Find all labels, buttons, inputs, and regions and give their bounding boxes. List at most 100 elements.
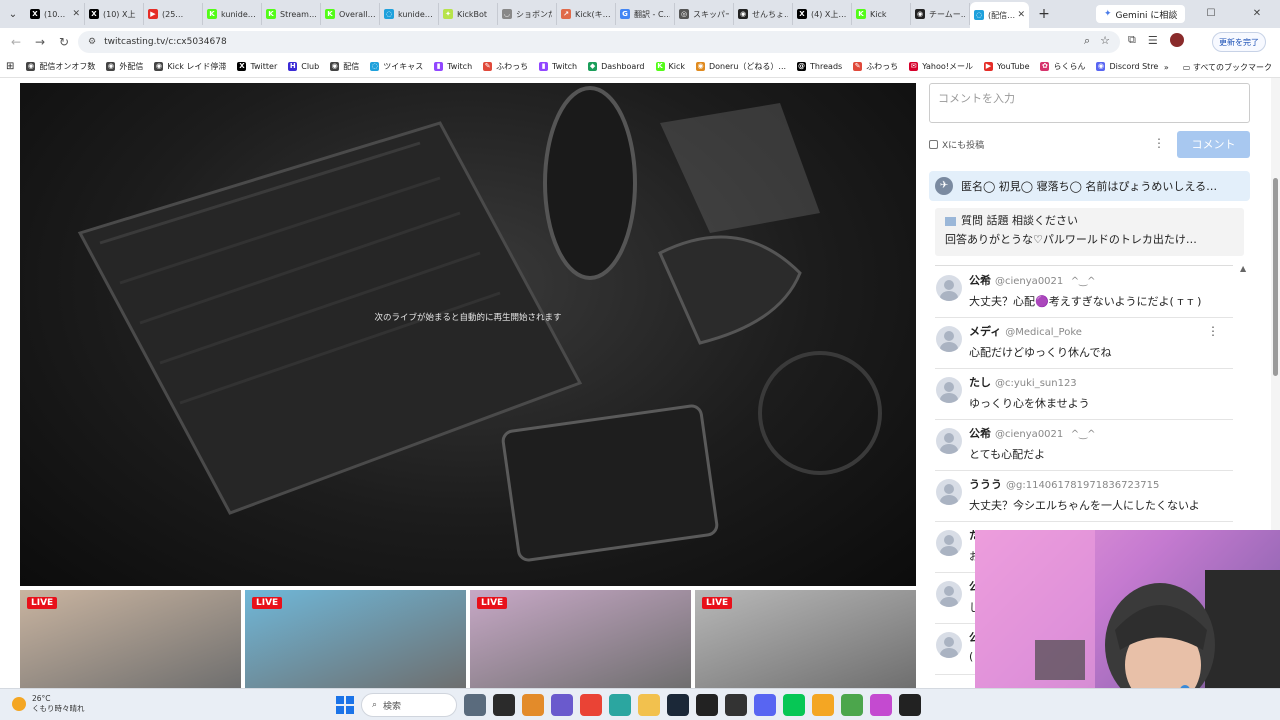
tab-close-icon[interactable]: ✕ <box>1017 10 1025 20</box>
bookmark-item[interactable]: ✉ Yahoo!メール <box>909 61 973 72</box>
browser-tab[interactable]: K Stream… <box>262 3 321 25</box>
extensions-icon[interactable]: ⧉ <box>1128 33 1136 47</box>
commenter-name[interactable]: ううう <box>969 478 1002 491</box>
commenter-avatar[interactable] <box>936 428 962 454</box>
scrollbar-thumb[interactable] <box>1273 178 1278 376</box>
taskbar-app-icon[interactable] <box>609 694 631 716</box>
x-post-toggle[interactable]: Xにも投稿 <box>929 138 984 151</box>
browser-tab[interactable]: X (10) X上 <box>85 3 144 25</box>
qa-box[interactable]: 質問 話題 相談ください 回答ありがとうな♡パルワールドのトレカ出たけ… <box>935 208 1244 256</box>
profile-avatar[interactable] <box>1169 33 1184 47</box>
browser-tab[interactable]: ✦ KickBot <box>439 3 498 25</box>
comment-item[interactable]: 公希 @cienya0021 ^‿^ とても心配だよ <box>935 420 1233 471</box>
bookmark-item[interactable]: H Club <box>288 62 319 71</box>
taskbar-app-icon[interactable] <box>522 694 544 716</box>
address-bar[interactable]: ⚙ twitcasting.tv/c:cx5034678 ⌕ ☆ <box>78 31 1120 53</box>
commenter-avatar[interactable] <box>936 326 962 352</box>
bookmark-item[interactable]: ◉ 配信オンオフ数 <box>26 61 95 72</box>
browser-tab[interactable]: K Kick <box>852 3 911 25</box>
comment-submit-button[interactable]: コメント <box>1177 131 1250 158</box>
bookmark-star-icon[interactable]: ☆ <box>1100 34 1110 48</box>
bookmark-item[interactable]: @ Threads <box>797 62 842 71</box>
minimize-button[interactable]: – <box>1142 0 1188 28</box>
browser-tab[interactable]: ◉ チームー… <box>911 3 970 25</box>
start-button[interactable] <box>336 696 354 714</box>
browser-tab[interactable]: Kkunide… <box>203 3 262 25</box>
taskbar-app-icon[interactable] <box>841 694 863 716</box>
back-button[interactable]: ← <box>4 35 28 49</box>
bookmark-item[interactable]: ◉ 外配信 <box>106 61 143 72</box>
reload-button[interactable]: ↻ <box>52 35 76 49</box>
apps-grid-icon[interactable]: ⊞ <box>6 61 14 72</box>
commenter-avatar[interactable] <box>936 479 962 505</box>
taskbar-app-icon[interactable] <box>464 694 486 716</box>
pinned-comment[interactable]: ✈ 匿名◯ 初見◯ 寝落ち◯ 名前はぴょうめいしえる… <box>929 171 1250 201</box>
comment-item[interactable]: ううう @g:114061781971836723715 大丈夫？今シエルちゃんを… <box>935 471 1233 522</box>
taskbar-search[interactable]: ⌕ 検索 <box>361 693 457 717</box>
taskbar-app-icon[interactable] <box>580 694 602 716</box>
bookmark-item[interactable]: ◌ ツイキャス <box>370 61 423 72</box>
comment-item[interactable]: メディ @Medical_Poke 心配だけどゆっくり休んでね ⋮ <box>935 318 1233 369</box>
taskbar-app-icon[interactable] <box>493 694 515 716</box>
comment-item[interactable]: たし @c:yuki_sun123 ゆっくり心を休ませよう <box>935 369 1233 420</box>
tab-search-chevron-icon[interactable]: ⌄ <box>4 5 22 23</box>
browser-tab[interactable]: ◎ スキッパー <box>675 3 734 25</box>
video-player[interactable]: 次のライブが始まると自動的に再生開始されます <box>20 83 916 586</box>
commenter-name[interactable]: 公希 <box>969 427 991 440</box>
bookmark-item[interactable]: K Kick <box>655 62 685 71</box>
scroll-up-icon[interactable]: ▲ <box>1240 264 1246 273</box>
comment-item[interactable]: 公希 @cienya0021 ^‿^ 大丈夫？心配🟣考えすぎないようにだよ( ᴛ ᴛ… <box>935 267 1233 318</box>
taskbar-app-icon[interactable] <box>638 694 660 716</box>
browser-tab[interactable]: ↗ Kick(キ… <box>557 3 616 25</box>
new-tab-button[interactable]: + <box>1033 6 1055 22</box>
comment-input[interactable]: コメントを入力 <box>929 83 1250 123</box>
browser-tab[interactable]: K Overall… <box>321 3 380 25</box>
browser-tab[interactable]: ▶ (25… <box>144 3 203 25</box>
browser-tab[interactable]: G 翻訳 - C… <box>616 3 675 25</box>
live-thumbnail[interactable]: LIVE <box>470 590 691 688</box>
taskbar-app-icon[interactable] <box>725 694 747 716</box>
bookmark-item[interactable]: ◉ 配信 <box>330 61 359 72</box>
x-post-checkbox[interactable] <box>929 140 938 149</box>
taskbar-app-icon[interactable] <box>551 694 573 716</box>
comment-menu-icon[interactable]: ⋮ <box>1207 324 1219 338</box>
live-thumbnail[interactable]: LIVE <box>20 590 241 688</box>
bookmark-item[interactable]: X Twitter <box>237 62 277 71</box>
browser-tab[interactable]: ◉ せんちょ… <box>734 3 793 25</box>
bookmark-item[interactable]: ▮ Twitch <box>434 62 472 71</box>
live-thumbnail[interactable]: LIVE <box>695 590 916 688</box>
bookmark-item[interactable]: ▶ YouTube <box>983 62 1029 71</box>
bookmark-item[interactable]: ◆ Dashboard <box>588 62 645 71</box>
browser-tab[interactable]: ◌ kunide… <box>380 3 439 25</box>
weather-widget[interactable]: 26°C くもり時々晴れ <box>12 694 85 714</box>
bookmark-item[interactable]: ◉ Kick レイド停滞 <box>154 61 226 72</box>
commenter-name[interactable]: たし <box>969 376 991 389</box>
comment-options-icon[interactable]: ⋮ <box>1153 136 1165 150</box>
commenter-name[interactable]: メディ <box>969 325 1001 338</box>
forward-button[interactable]: → <box>28 35 52 49</box>
all-bookmarks-button[interactable]: ▭ すべてのブックマーク <box>1183 62 1272 73</box>
browser-tab[interactable]: ◌ (配信… ✕ <box>970 2 1029 28</box>
browser-tab[interactable]: X (10… ✕ <box>26 3 85 25</box>
close-window-button[interactable]: ✕ <box>1234 0 1280 28</box>
tab-close-icon[interactable]: ✕ <box>72 9 80 19</box>
taskbar-app-icon[interactable] <box>899 694 921 716</box>
taskbar-app-icon[interactable] <box>754 694 776 716</box>
bookmark-item[interactable]: ✎ ふわっち <box>483 61 528 72</box>
bookmark-item[interactable]: ✿ らくらん <box>1040 61 1085 72</box>
commenter-avatar[interactable] <box>936 632 962 658</box>
site-info-icon[interactable]: ⚙ <box>88 37 96 47</box>
browser-tab[interactable]: ◡ ショボンだ <box>498 3 557 25</box>
bookmarks-overflow-button[interactable]: » <box>1164 63 1169 72</box>
maximize-button[interactable]: ☐ <box>1188 0 1234 28</box>
taskbar-app-icon[interactable] <box>696 694 718 716</box>
bookmark-item[interactable]: ✎ ふわっち <box>853 61 898 72</box>
taskbar-app-icon[interactable] <box>667 694 689 716</box>
taskbar-app-icon[interactable] <box>870 694 892 716</box>
commenter-avatar[interactable] <box>936 377 962 403</box>
live-thumbnail[interactable]: LIVE <box>245 590 466 688</box>
taskbar-app-icon[interactable] <box>783 694 805 716</box>
bookmark-item[interactable]: ◉ Doneru（どねる）... <box>696 61 786 72</box>
commenter-avatar[interactable] <box>936 581 962 607</box>
browser-tab[interactable]: X (4) X上… <box>793 3 852 25</box>
